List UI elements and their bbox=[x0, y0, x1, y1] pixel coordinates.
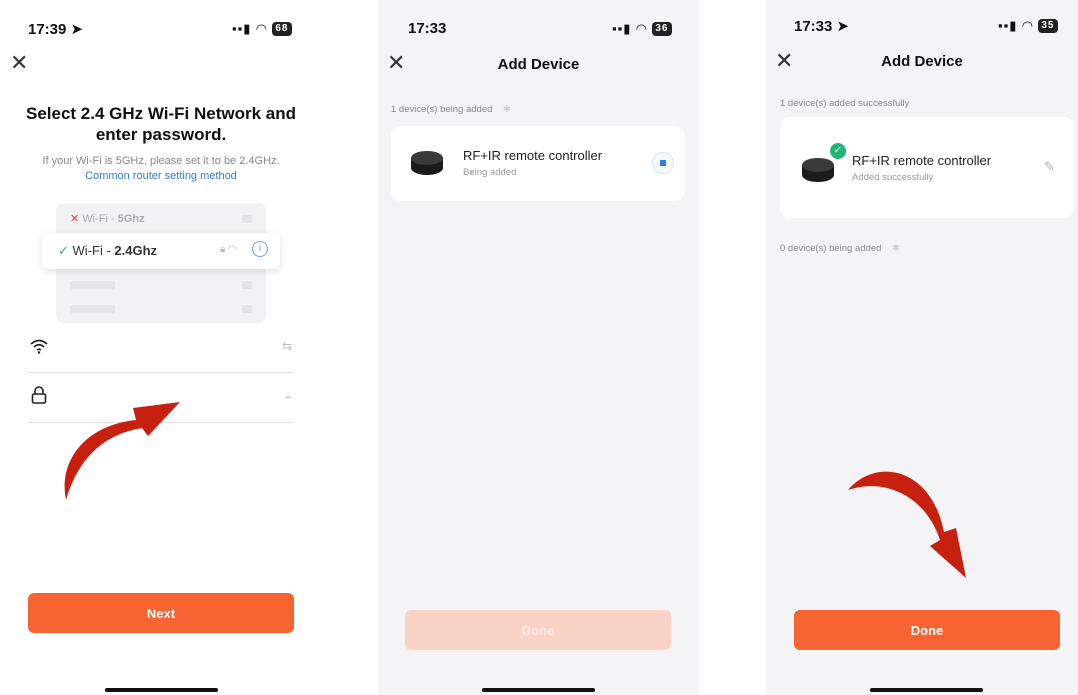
eye-closed-icon[interactable]: ⌣ bbox=[285, 391, 292, 404]
remote-controller-icon bbox=[411, 151, 443, 175]
wifi-icon bbox=[30, 339, 48, 354]
home-indicator bbox=[105, 688, 218, 692]
signal-icon: ▪▪▮ bbox=[232, 21, 252, 36]
location-arrow-icon: ➤ bbox=[836, 18, 850, 35]
close-icon[interactable]: ✕ bbox=[10, 52, 28, 74]
wifi-name-field[interactable]: ⇆ bbox=[28, 334, 294, 372]
wifi-24ghz-row: ✓ Wi-Fi - 2.4Ghz 🔒︎ ◠ i bbox=[42, 233, 280, 269]
ghost-icon bbox=[242, 305, 252, 313]
status-bar-icons: ▪▪▮ ◠ 68 bbox=[232, 21, 292, 37]
device-name: RF+IR remote controller bbox=[463, 148, 603, 163]
cross-icon: ✕ bbox=[70, 213, 80, 225]
status-time: 17:39 ➤ bbox=[28, 21, 84, 38]
page-title: Select 2.4 GHz Wi-Fi Network and enter p… bbox=[25, 104, 297, 144]
status-time: 17:33 bbox=[408, 20, 447, 37]
device-name: RF+IR remote controller bbox=[852, 153, 992, 168]
battery-icon: 35 bbox=[1038, 19, 1058, 33]
wifi-5ghz-row: ✕ Wi-Fi - 5Ghz bbox=[70, 213, 145, 225]
device-card: RF+IR remote controller Being added bbox=[391, 126, 685, 201]
status-time: 17:33 ➤ bbox=[794, 18, 850, 35]
signal-icon: ▪▪▮ bbox=[612, 21, 632, 36]
wifi-status-icon: ◠ bbox=[636, 21, 648, 36]
edit-icon[interactable]: ✎ bbox=[1044, 159, 1055, 175]
pending-label: 0 device(s) being added ✱ bbox=[780, 243, 901, 254]
device-added-screen: 17:33 ➤ ▪▪▮ ◠ 35 ✕ Add Device 1 device(s… bbox=[766, 0, 1078, 695]
progress-icon bbox=[652, 152, 674, 174]
nav-title: Add Device bbox=[881, 53, 963, 70]
remote-controller-icon bbox=[802, 158, 834, 182]
battery-icon: 68 bbox=[272, 22, 292, 36]
status-bar-icons: ▪▪▮ ◠ 35 bbox=[998, 18, 1058, 34]
ghost-row bbox=[70, 305, 115, 313]
section-label: 1 device(s) being added ✱ bbox=[391, 104, 512, 115]
spinner-icon: ✱ bbox=[503, 104, 512, 115]
red-arrow-icon bbox=[848, 471, 966, 578]
check-icon: ✓ bbox=[58, 243, 69, 258]
done-button[interactable]: Done bbox=[794, 610, 1060, 650]
location-arrow-icon: ➤ bbox=[70, 21, 84, 38]
device-status: Being added bbox=[463, 167, 517, 178]
next-button[interactable]: Next bbox=[28, 593, 294, 633]
status-bar-icons: ▪▪▮ ◠ 36 bbox=[612, 21, 672, 37]
adding-device-screen: 17:33 ▪▪▮ ◠ 36 ✕ Add Device 1 device(s) … bbox=[378, 0, 699, 695]
wifi-setup-screen: 17:39 ➤ ▪▪▮ ◠ 68 ✕ Select 2.4 GHz Wi-Fi … bbox=[0, 0, 322, 695]
ghost-row bbox=[70, 281, 115, 289]
router-setting-link[interactable]: Common router setting method bbox=[22, 170, 300, 182]
device-card: ✓ RF+IR remote controller Added successf… bbox=[780, 117, 1074, 218]
wifi-status-icon: ◠ bbox=[256, 21, 268, 36]
nav-title: Add Device bbox=[497, 56, 580, 73]
done-button[interactable]: Done bbox=[405, 610, 671, 650]
battery-icon: 36 bbox=[652, 22, 672, 36]
switch-network-icon[interactable]: ⇆ bbox=[282, 339, 292, 353]
device-status: Added successfully bbox=[852, 172, 934, 183]
ghost-icon bbox=[242, 215, 252, 223]
spinner-icon: ✱ bbox=[892, 243, 901, 254]
home-indicator bbox=[870, 688, 983, 692]
page-subtitle: If your Wi-Fi is 5GHz, please set it to … bbox=[42, 155, 280, 167]
lock-icon bbox=[31, 386, 47, 404]
wifi-status-icon: ◠ bbox=[1022, 18, 1034, 33]
ghost-icon bbox=[242, 281, 252, 289]
success-label: 1 device(s) added successfully bbox=[780, 98, 910, 109]
signal-icon: ▪▪▮ bbox=[998, 18, 1018, 33]
red-arrow-icon bbox=[64, 402, 180, 500]
success-check-icon: ✓ bbox=[828, 141, 848, 161]
lock-wifi-icon: 🔒︎ ◠ bbox=[220, 244, 237, 255]
home-indicator bbox=[482, 688, 595, 692]
divider bbox=[28, 372, 294, 373]
info-icon: i bbox=[252, 241, 268, 257]
